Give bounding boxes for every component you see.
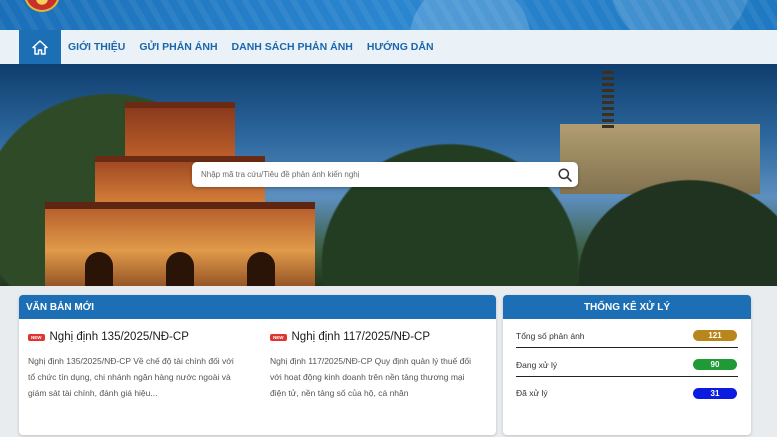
new-documents-heading: VĂN BẢN MỚI: [19, 295, 496, 319]
new-badge: NEW: [270, 333, 287, 341]
nav-item-danh-sach-phan-anh[interactable]: DANH SÁCH PHẢN ÁNH: [232, 41, 353, 53]
stat-row-processed: Đã xử lý 31: [516, 381, 738, 405]
search-input[interactable]: [192, 170, 552, 179]
document-item[interactable]: NEW Nghị định 135/2025/NĐ-CP Nghị định 1…: [28, 331, 240, 401]
document-item[interactable]: NEW Nghị định 117/2025/NĐ-CP Nghị định 1…: [270, 331, 482, 401]
processing-stats-heading: THỐNG KÊ XỬ LÝ: [503, 295, 751, 319]
nav-item-huong-dan[interactable]: HƯỚNG DẪN: [367, 41, 434, 53]
pagoda-arch: [166, 252, 194, 286]
header-banner: [0, 0, 777, 30]
stat-row-total: Tổng số phản ánh 121: [516, 324, 738, 348]
stat-processed-badge: 31: [693, 387, 737, 399]
home-button[interactable]: [19, 30, 61, 64]
nav-item-gioi-thieu[interactable]: GIỚI THIỆU: [68, 41, 125, 53]
document-summary: Nghị định 117/2025/NĐ-CP Quy định quản l…: [270, 356, 471, 398]
hero-trees-middle: [300, 124, 600, 286]
document-title-row: NEW Nghị định 117/2025/NĐ-CP: [270, 331, 482, 343]
stat-processing-badge: 90: [693, 359, 737, 370]
new-documents-panel: VĂN BẢN MỚI NEW Nghị định 135/2025/NĐ-CP…: [19, 295, 496, 435]
hero-antenna: [602, 68, 614, 128]
stat-label: Đang xử lý: [516, 359, 558, 370]
hero-trees-right: [560, 164, 777, 286]
document-title-row: NEW Nghị định 135/2025/NĐ-CP: [28, 331, 240, 343]
processing-stats-panel: THỐNG KÊ XỬ LÝ Tổng số phản ánh 121 Đang…: [503, 295, 751, 435]
pagoda-tier-base: [45, 202, 315, 286]
stat-row-processing: Đang xử lý 90: [516, 353, 738, 377]
stat-label: Đã xử lý: [516, 388, 548, 398]
pagoda-tier-top: [125, 102, 235, 162]
document-summary: Nghị định 135/2025/NĐ-CP Về chế độ tài c…: [28, 356, 234, 398]
main-nav: GIỚI THIỆU GỬI PHẢN ÁNH DANH SÁCH PHẢN Á…: [0, 30, 777, 64]
document-title[interactable]: Nghị định 117/2025/NĐ-CP: [292, 331, 431, 343]
hero-pagoda: [35, 94, 325, 286]
pagoda-arch: [247, 252, 275, 286]
new-badge: NEW: [28, 333, 45, 341]
document-title[interactable]: Nghị định 135/2025/NĐ-CP: [50, 331, 189, 343]
nav-item-gui-phan-anh[interactable]: GỬI PHẢN ÁNH: [139, 41, 217, 53]
stat-label: Tổng số phản ánh: [516, 330, 585, 341]
national-emblem-logo: [24, 0, 60, 12]
pagoda-arch: [85, 252, 113, 286]
stat-total-badge: 121: [693, 330, 737, 341]
home-icon: [32, 39, 48, 55]
search-button[interactable]: [552, 162, 578, 187]
search-icon: [558, 167, 572, 182]
search-bar: [192, 162, 578, 187]
